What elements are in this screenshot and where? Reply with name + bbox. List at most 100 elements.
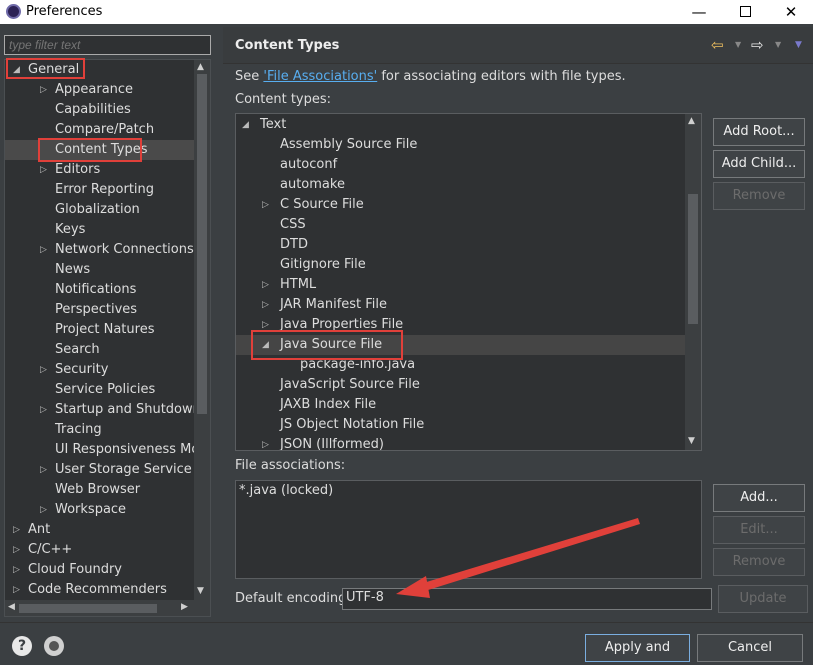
content-type-label: JSON (Illformed) — [280, 437, 384, 451]
tree-item-web-browser[interactable]: Web Browser — [5, 480, 195, 500]
add-association-button[interactable]: Add... — [713, 484, 805, 512]
back-dropdown-icon[interactable]: ▼ — [735, 40, 741, 49]
content-type-javascript-source-file[interactable]: JavaScript Source File — [236, 375, 685, 395]
content-type-jar-manifest-file[interactable]: ▷ JAR Manifest File — [236, 295, 685, 315]
forward-dropdown-icon[interactable]: ▼ — [775, 40, 781, 49]
content-type-text[interactable]: ◢ Text — [236, 115, 685, 135]
content-type-c-source-file[interactable]: ▷ C Source File — [236, 195, 685, 215]
update-button[interactable]: Update — [718, 585, 808, 613]
collapsed-arrow-icon[interactable]: ▷ — [13, 580, 20, 600]
scroll-down-icon[interactable]: ▼ — [197, 586, 204, 596]
collapsed-arrow-icon[interactable]: ▷ — [13, 540, 20, 560]
tree-item-appearance[interactable]: ▷ Appearance — [5, 80, 195, 100]
tree-item-error-reporting[interactable]: Error Reporting — [5, 180, 195, 200]
tree-item-user-storage-service[interactable]: ▷ User Storage Service — [5, 460, 195, 480]
cancel-button[interactable]: Cancel — [697, 634, 803, 662]
tree-item-capabilities[interactable]: Capabilities — [5, 100, 195, 120]
file-associations-list[interactable]: *.java (locked) — [235, 480, 702, 579]
content-type-dtd[interactable]: DTD — [236, 235, 685, 255]
scroll-thumb[interactable] — [197, 74, 207, 414]
maximize-button[interactable] — [722, 0, 768, 24]
collapsed-arrow-icon[interactable]: ▷ — [262, 295, 269, 315]
collapsed-arrow-icon[interactable]: ▷ — [13, 520, 20, 540]
scroll-down-icon[interactable]: ▼ — [688, 436, 695, 446]
collapsed-arrow-icon[interactable]: ▷ — [262, 435, 269, 450]
collapsed-arrow-icon[interactable]: ▷ — [40, 460, 47, 480]
close-button[interactable]: ✕ — [768, 0, 813, 24]
default-encoding-label: Default encoding: — [235, 591, 351, 606]
tree-item-keys[interactable]: Keys — [5, 220, 195, 240]
collapsed-arrow-icon[interactable]: ▷ — [13, 560, 20, 580]
collapsed-arrow-icon[interactable]: ▷ — [40, 500, 47, 520]
collapsed-arrow-icon[interactable]: ▷ — [40, 360, 47, 380]
tree-item-ant[interactable]: ▷ Ant — [5, 520, 195, 540]
tree-horizontal-scrollbar[interactable]: ◀ ▶ — [5, 600, 210, 616]
tree-item-project-natures[interactable]: Project Natures — [5, 320, 195, 340]
tree-item-code-recommenders[interactable]: ▷ Code Recommenders — [5, 580, 195, 600]
content-type-css[interactable]: CSS — [236, 215, 685, 235]
tree-item-editors[interactable]: ▷ Editors — [5, 160, 195, 180]
tree-item-cloud-foundry[interactable]: ▷ Cloud Foundry — [5, 560, 195, 580]
remove-association-button[interactable]: Remove — [713, 548, 805, 576]
scroll-up-icon[interactable]: ▲ — [197, 62, 204, 72]
collapsed-arrow-icon[interactable]: ▷ — [40, 240, 47, 260]
minimize-button[interactable]: — — [676, 0, 722, 24]
content-type-label: Text — [260, 117, 287, 132]
list-item[interactable]: *.java (locked) — [239, 483, 333, 498]
content-type-label: C Source File — [280, 197, 364, 212]
filter-input[interactable] — [4, 35, 211, 55]
add-child-button[interactable]: Add Child... — [713, 150, 805, 178]
remove-content-type-button[interactable]: Remove — [713, 182, 805, 210]
tree-item-c-c[interactable]: ▷ C/C++ — [5, 540, 195, 560]
view-menu-icon[interactable]: ▼ — [795, 40, 802, 50]
forward-arrow-icon[interactable]: ⇨ — [751, 36, 764, 54]
scroll-left-icon[interactable]: ◀ — [8, 602, 15, 612]
tree-vertical-scrollbar[interactable]: ▲ ▼ — [194, 60, 210, 600]
scroll-thumb[interactable] — [19, 604, 157, 613]
content-type-assembly-source-file[interactable]: Assembly Source File — [236, 135, 685, 155]
content-type-automake[interactable]: automake — [236, 175, 685, 195]
scroll-up-icon[interactable]: ▲ — [688, 116, 695, 126]
tree-item-label: Keys — [55, 222, 86, 237]
content-type-json-illformed[interactable]: ▷ JSON (Illformed) — [236, 435, 685, 451]
page-title: Content Types — [235, 38, 340, 53]
tree-item-globalization[interactable]: Globalization — [5, 200, 195, 220]
content-type-label: JavaScript Source File — [280, 377, 420, 392]
scroll-thumb[interactable] — [688, 194, 698, 324]
content-type-autoconf[interactable]: autoconf — [236, 155, 685, 175]
default-encoding-input[interactable]: UTF-8 — [342, 588, 712, 610]
tree-item-security[interactable]: ▷ Security — [5, 360, 195, 380]
tree-item-startup-and-shutdown[interactable]: ▷ Startup and Shutdown — [5, 400, 201, 420]
tree-item-workspace[interactable]: ▷ Workspace — [5, 500, 195, 520]
help-icon[interactable]: ? — [12, 636, 32, 656]
tree-item-ui-responsiveness-monit[interactable]: UI Responsiveness Monit — [5, 440, 210, 460]
tree-item-network-connections[interactable]: ▷ Network Connections — [5, 240, 195, 260]
content-type-jaxb-index-file[interactable]: JAXB Index File — [236, 395, 685, 415]
collapsed-arrow-icon[interactable]: ▷ — [40, 400, 47, 420]
scroll-right-icon[interactable]: ▶ — [181, 602, 188, 612]
tree-item-notifications[interactable]: Notifications — [5, 280, 195, 300]
collapsed-arrow-icon[interactable]: ▷ — [262, 275, 269, 295]
collapsed-arrow-icon[interactable]: ▷ — [40, 80, 47, 100]
back-arrow-icon[interactable]: ⇦ — [711, 36, 724, 54]
file-associations-link[interactable]: 'File Associations' — [263, 69, 377, 84]
record-icon[interactable] — [44, 636, 64, 656]
tree-item-compare-patch[interactable]: Compare/Patch — [5, 120, 195, 140]
collapsed-arrow-icon[interactable]: ▷ — [40, 160, 47, 180]
content-types-scrollbar[interactable]: ▲ ▼ — [685, 114, 701, 450]
tree-item-label: Web Browser — [55, 482, 141, 497]
tree-item-service-policies[interactable]: Service Policies — [5, 380, 195, 400]
content-type-html[interactable]: ▷ HTML — [236, 275, 685, 295]
add-root-button[interactable]: Add Root... — [713, 118, 805, 146]
tree-item-tracing[interactable]: Tracing — [5, 420, 195, 440]
tree-item-label: UI Responsiveness Monit — [55, 442, 211, 457]
content-type-js-object-notation-file[interactable]: JS Object Notation File — [236, 415, 685, 435]
edit-association-button[interactable]: Edit... — [713, 516, 805, 544]
tree-item-search[interactable]: Search — [5, 340, 195, 360]
apply-and-close-button[interactable]: Apply and Close — [585, 634, 690, 662]
expanded-arrow-icon[interactable]: ◢ — [242, 115, 249, 135]
tree-item-news[interactable]: News — [5, 260, 195, 280]
content-type-gitignore-file[interactable]: Gitignore File — [236, 255, 685, 275]
tree-item-perspectives[interactable]: Perspectives — [5, 300, 195, 320]
collapsed-arrow-icon[interactable]: ▷ — [262, 195, 269, 215]
